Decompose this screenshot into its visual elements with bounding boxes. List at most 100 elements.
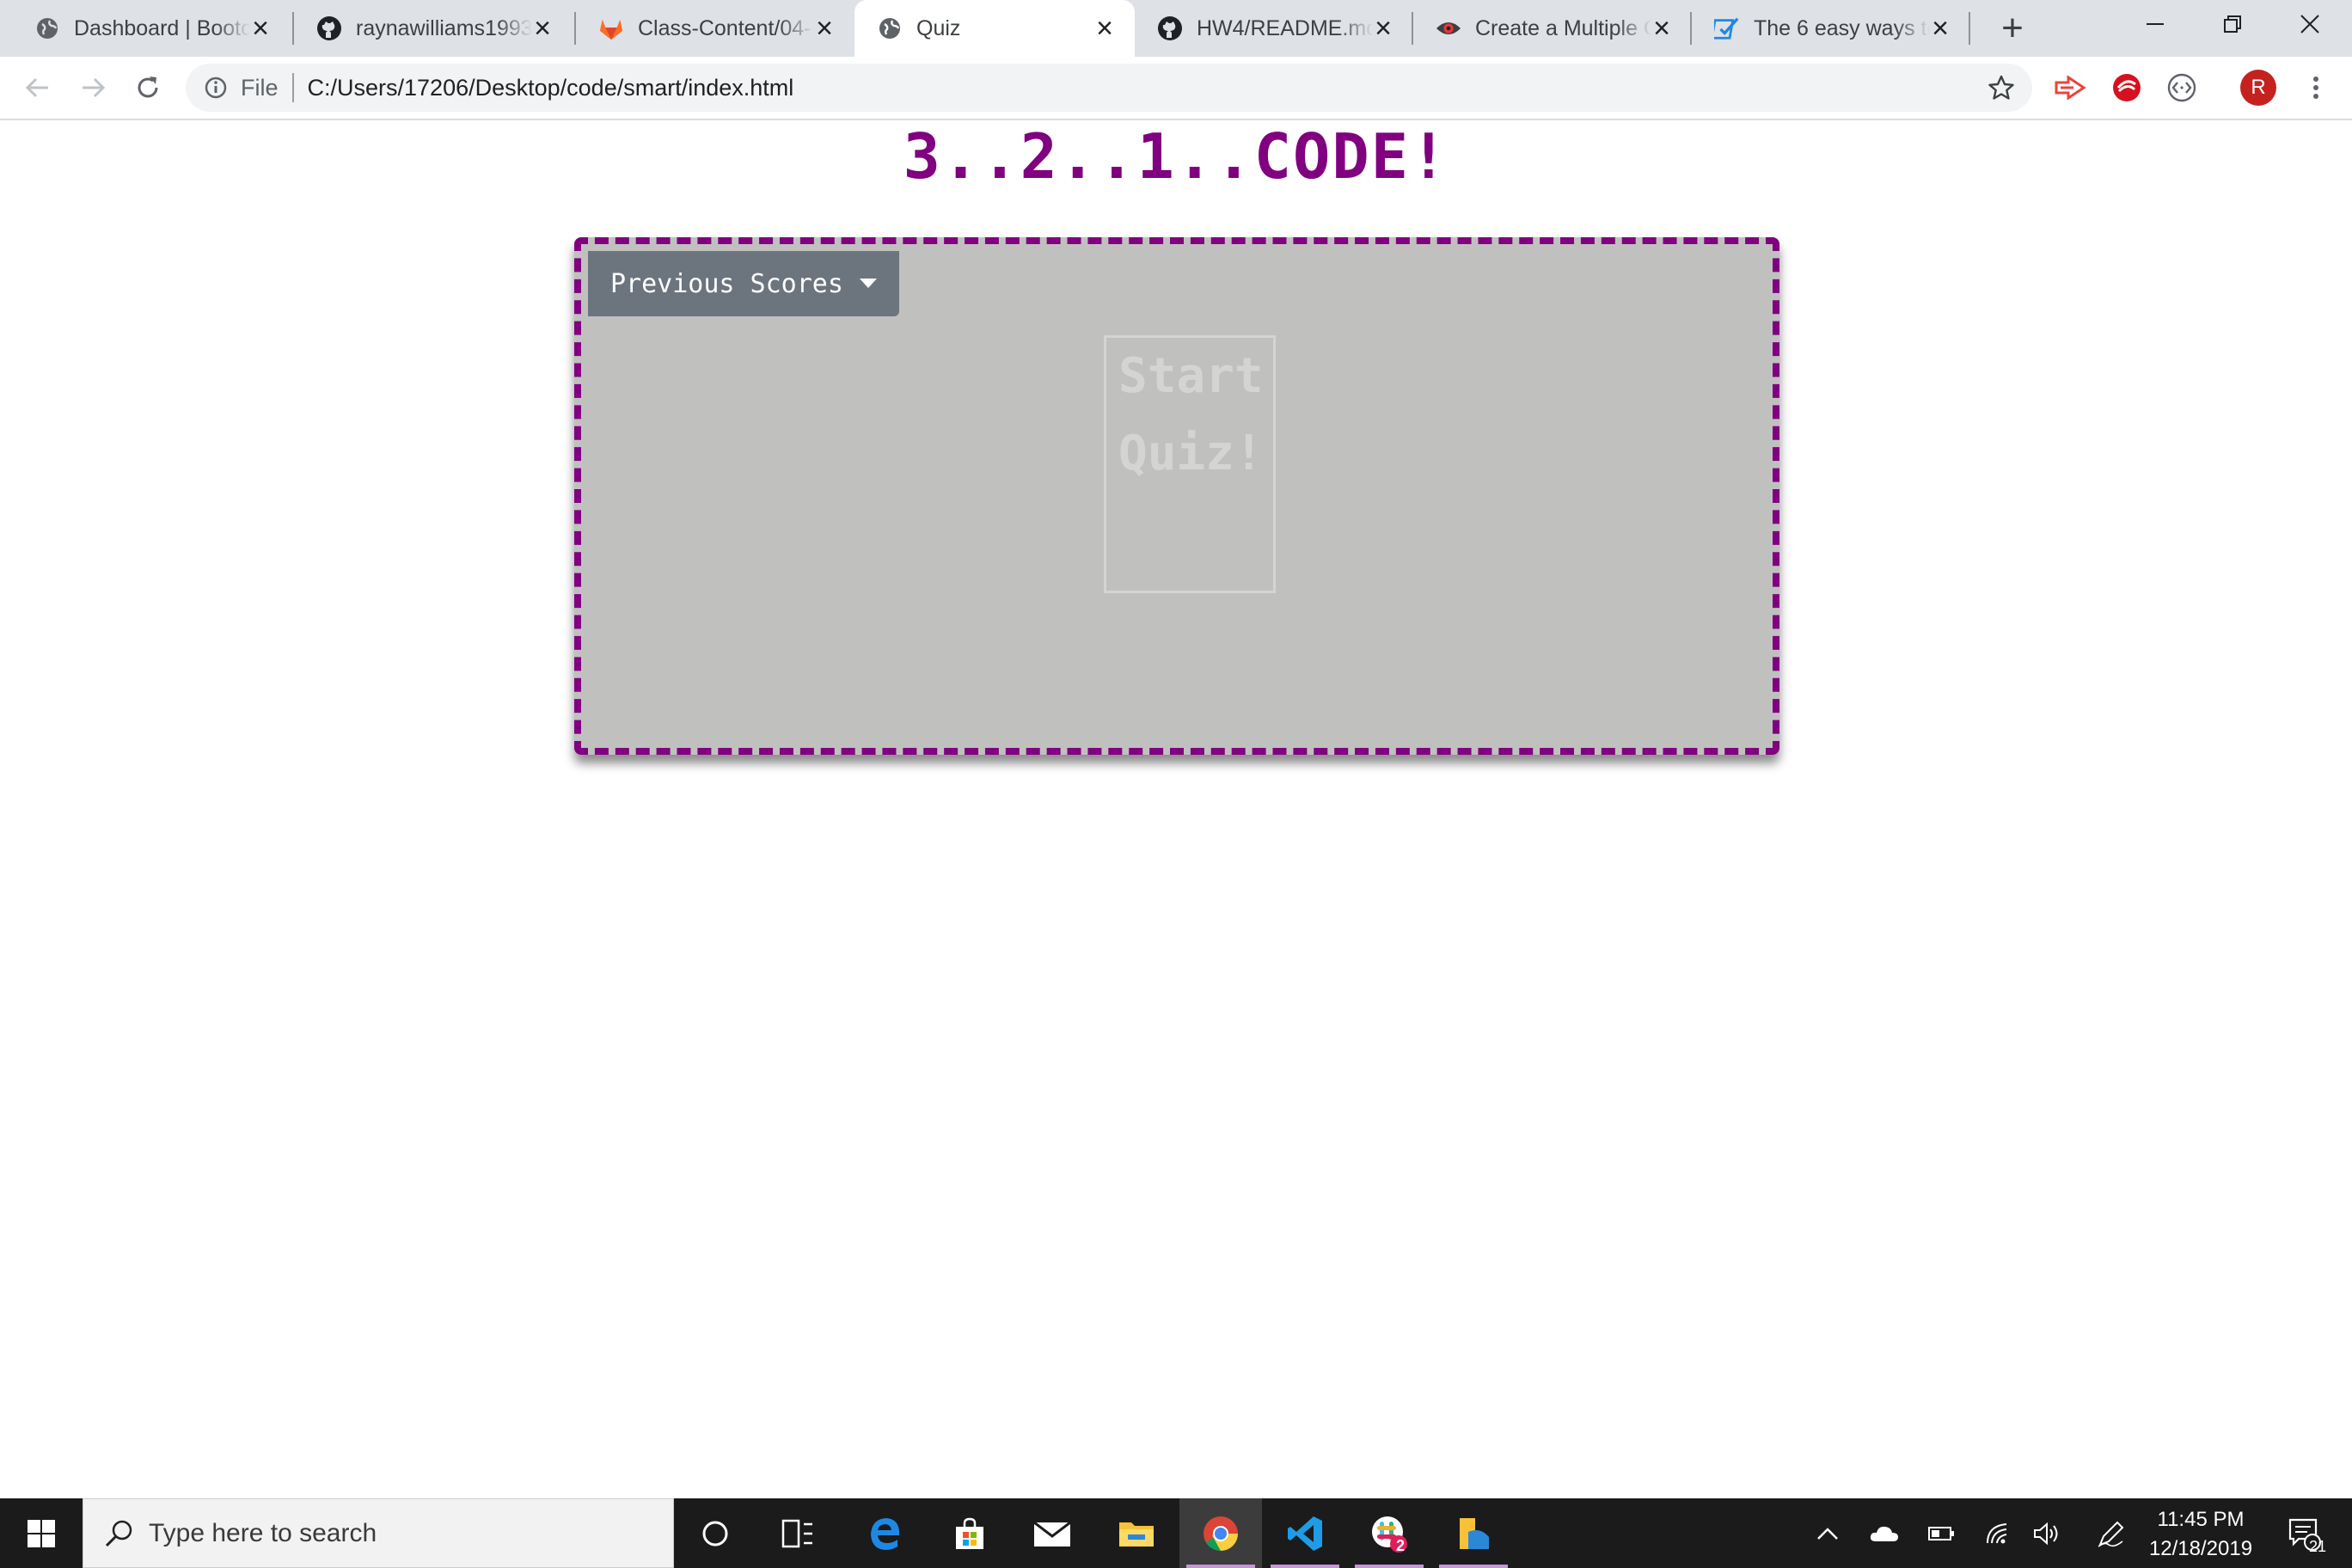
minimize-icon <box>2147 23 2164 25</box>
restore-icon <box>2224 15 2241 33</box>
close-window-button[interactable] <box>2271 0 2349 48</box>
url-text[interactable]: C:/Users/17206/Desktop/code/smart/index.… <box>308 75 794 101</box>
bookmark-star-icon[interactable] <box>1988 74 2015 101</box>
search-placeholder: Type here to search <box>149 1518 377 1547</box>
dropdown-label: Previous Scores <box>610 268 843 299</box>
caret-down-icon <box>860 279 877 288</box>
search-icon <box>105 1520 132 1547</box>
pen-tray-icon[interactable] <box>2091 1498 2132 1568</box>
task-view-icon <box>781 1519 812 1547</box>
file-explorer-taskbar-button[interactable] <box>1095 1498 1178 1568</box>
info-icon[interactable] <box>203 75 229 101</box>
windows-logo-icon <box>28 1519 55 1547</box>
close-icon[interactable]: × <box>1647 14 1676 43</box>
extension-security-icon[interactable] <box>2111 72 2142 103</box>
reload-icon <box>138 77 158 98</box>
close-icon[interactable]: × <box>1369 14 1398 43</box>
tab-class-content[interactable]: Class-Content/04- × <box>576 0 854 57</box>
slack-taskbar-button[interactable]: 2 <box>1348 1498 1430 1568</box>
pen-icon <box>2098 1521 2124 1547</box>
action-center-button[interactable]: 21 <box>2273 1498 2335 1568</box>
page-title: 3..2..1..CODE! <box>903 120 1449 193</box>
github-icon <box>1157 15 1183 41</box>
tab-title: The 6 easy ways to <box>1754 15 1930 40</box>
chrome-taskbar-button[interactable] <box>1179 1498 1262 1568</box>
task-view-button[interactable] <box>756 1498 839 1568</box>
mail-taskbar-button[interactable] <box>1011 1498 1093 1568</box>
url-scheme-label: File <box>241 74 279 101</box>
minimize-button[interactable] <box>2116 0 2194 48</box>
slack-badge: 2 <box>1396 1537 1406 1554</box>
close-icon[interactable]: × <box>1090 14 1119 43</box>
arrow-left-icon <box>25 77 48 98</box>
cortana-button[interactable] <box>674 1498 756 1568</box>
chrome-icon <box>1204 1516 1238 1551</box>
tab-separator <box>1969 12 1970 45</box>
tab-title: Dashboard | Bootc <box>74 15 250 40</box>
clock-date: 12/18/2019 <box>2148 1537 2253 1560</box>
system-clock[interactable]: 11:45 PM 12/18/2019 <box>2132 1505 2269 1564</box>
extension-arrow-icon[interactable] <box>2055 72 2086 103</box>
forward-button[interactable] <box>70 65 115 110</box>
globe-icon <box>34 15 60 41</box>
folder-icon <box>1119 1522 1154 1547</box>
edge-taskbar-button[interactable] <box>844 1498 927 1568</box>
wifi-icon <box>1987 1522 2007 1543</box>
profile-avatar[interactable]: R <box>2240 70 2276 106</box>
tab-title: HW4/README.md <box>1197 15 1373 40</box>
windows-start-button[interactable] <box>0 1498 83 1568</box>
previous-scores-dropdown[interactable]: Previous Scores <box>588 251 899 316</box>
battery-icon <box>1928 1526 1954 1540</box>
volume-tray-icon[interactable] <box>2025 1498 2067 1568</box>
store-icon <box>956 1517 983 1549</box>
close-icon[interactable]: × <box>528 14 557 43</box>
extension-code-icon[interactable] <box>2166 72 2197 103</box>
divider <box>291 73 294 102</box>
tab-create-multiple[interactable]: Create a Multiple C × <box>1413 0 1692 57</box>
gitlab-icon <box>598 15 624 41</box>
cortana-icon <box>702 1521 728 1546</box>
chevron-up-icon <box>1817 1527 1838 1540</box>
tab-easy-ways[interactable]: The 6 easy ways to × <box>1692 0 1970 57</box>
network-tray-icon[interactable] <box>1977 1498 2018 1568</box>
reload-button[interactable] <box>126 65 170 110</box>
restore-button[interactable] <box>2194 0 2271 48</box>
document-app-icon <box>1460 1517 1489 1549</box>
tab-title: Quiz <box>916 15 961 40</box>
more-menu-icon[interactable] <box>2300 72 2331 103</box>
arrow-right-icon <box>83 77 106 98</box>
globe-icon <box>877 15 903 41</box>
tab-hw4-readme[interactable]: HW4/README.md × <box>1135 0 1413 57</box>
store-taskbar-button[interactable] <box>928 1498 1011 1568</box>
show-hidden-icons-button[interactable] <box>1810 1498 1845 1568</box>
tab-quiz[interactable]: Quiz × <box>854 0 1135 57</box>
notification-count: 21 <box>2308 1538 2327 1555</box>
tab-github-profile[interactable]: raynawilliams1993 × <box>294 0 573 57</box>
tab-dashboard[interactable]: Dashboard | Bootc × <box>12 0 291 57</box>
back-button[interactable] <box>15 65 60 110</box>
edge-icon <box>871 1517 900 1550</box>
vscode-icon <box>1288 1516 1322 1551</box>
quiz-container: Previous Scores Start Quiz! <box>574 237 1779 755</box>
cloud-icon <box>1870 1526 1898 1541</box>
start-quiz-button[interactable]: Start Quiz! <box>1104 335 1276 593</box>
close-icon[interactable]: × <box>246 14 275 43</box>
tab-title: raynawilliams1993 <box>356 15 532 40</box>
eye-icon <box>1436 15 1461 41</box>
close-icon[interactable]: × <box>1926 14 1955 43</box>
speaker-icon <box>2034 1522 2058 1545</box>
address-bar[interactable]: File C:/Users/17206/Desktop/code/smart/i… <box>186 64 2032 112</box>
tab-title: Create a Multiple C <box>1475 15 1651 40</box>
sticky-app-taskbar-button[interactable] <box>1432 1498 1515 1568</box>
new-tab-button[interactable]: + <box>1991 7 2034 50</box>
battery-tray-icon[interactable] <box>1920 1498 1962 1568</box>
tab-strip: Dashboard | Bootc × raynawilliams1993 × … <box>0 0 2352 57</box>
browser-toolbar: File C:/Users/17206/Desktop/code/smart/i… <box>0 57 2352 120</box>
close-icon[interactable]: × <box>810 14 839 43</box>
tab-title: Class-Content/04- <box>638 15 812 40</box>
windows-taskbar: Type here to search 2 11:45 PM 12/18/201… <box>0 1498 2352 1568</box>
clock-time: 11:45 PM <box>2157 1508 2245 1531</box>
onedrive-tray-icon[interactable] <box>1864 1498 1905 1568</box>
taskbar-search-box[interactable]: Type here to search <box>83 1498 674 1568</box>
vscode-taskbar-button[interactable] <box>1264 1498 1346 1568</box>
